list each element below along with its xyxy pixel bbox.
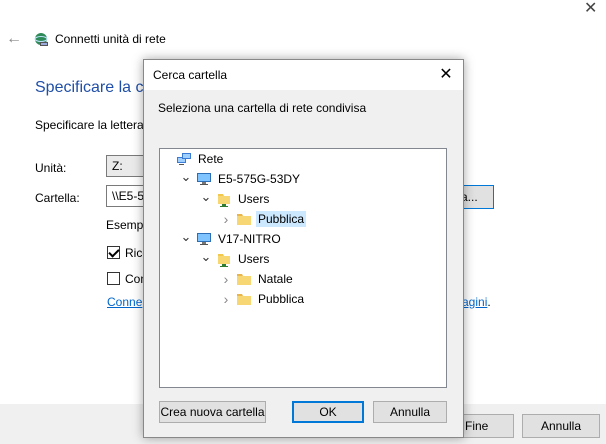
link-right-group: agini.: [462, 295, 491, 309]
tree-node-label: Pubblica: [258, 292, 305, 306]
wizard-instruction: Specificare la lettera: [35, 118, 144, 132]
page-heading: Specificare la ca: [35, 79, 153, 96]
credentials-checkbox-row[interactable]: Con: [107, 271, 147, 286]
collapsed-chevron-icon[interactable]: ›: [220, 271, 232, 287]
credentials-checkbox[interactable]: [107, 272, 120, 286]
tree-node[interactable]: ⌄ Users: [200, 189, 271, 208]
map-network-drive-wizard: ✕ ← Connetti unità di rete Specificare l…: [0, 0, 606, 444]
dialog-titlebar: Cerca cartella ✕: [144, 60, 463, 90]
tree-node-label: Rete: [198, 152, 224, 166]
folder-label: Cartella:: [35, 191, 80, 205]
expanded-chevron-icon[interactable]: ⌄: [180, 169, 192, 184]
drive-label: Unità:: [35, 161, 67, 175]
tree-node[interactable]: ⌄ E5-575G-53DY: [180, 169, 302, 188]
link-right-suffix: .: [487, 295, 491, 309]
collapsed-chevron-icon[interactable]: ›: [220, 211, 232, 227]
tree-node-label: Users: [238, 192, 270, 206]
tree-node-label: E5-575G-53DY: [218, 172, 301, 186]
tree-node-label: Natale: [258, 272, 293, 286]
wizard-cancel-button[interactable]: Annulla: [522, 414, 600, 438]
new-folder-button[interactable]: Crea nuova cartella: [159, 401, 266, 423]
dialog-cancel-button[interactable]: Annulla: [373, 401, 447, 423]
folder-icon: [236, 211, 252, 227]
tree-node[interactable]: ⌄ Users: [200, 249, 271, 268]
computer-icon: [196, 171, 212, 187]
network-icon: [176, 151, 192, 167]
window-close-icon[interactable]: ✕: [584, 0, 597, 18]
expanded-chevron-icon[interactable]: ⌄: [180, 229, 192, 244]
tree-node[interactable]: ⌄ V17-NITRO: [180, 229, 283, 248]
tree-node[interactable]: › Pubblica: [220, 210, 307, 228]
folder-tree[interactable]: Rete ⌄ E5-575G-53DY ⌄ Users › Pubblica ⌄ V17-NIT…: [159, 148, 447, 388]
ok-button[interactable]: OK: [292, 401, 364, 423]
example-text: Esempi: [106, 218, 147, 232]
network-drive-icon: [33, 31, 49, 47]
folder-icon: [236, 291, 252, 307]
tree-node-label: Pubblica: [256, 211, 307, 227]
tree-node-label: V17-NITRO: [218, 232, 281, 246]
tree-node-label: Users: [238, 252, 270, 266]
shared-folder-icon: [216, 251, 232, 267]
images-link[interactable]: agini: [462, 295, 487, 309]
wizard-title: Connetti unità di rete: [55, 32, 166, 46]
expanded-chevron-icon[interactable]: ⌄: [200, 189, 212, 204]
folder-icon: [236, 271, 252, 287]
browse-folder-dialog: Cerca cartella ✕ Seleziona una cartella …: [143, 59, 464, 438]
expanded-chevron-icon[interactable]: ⌄: [200, 249, 212, 264]
computer-icon: [196, 231, 212, 247]
drive-letter-select[interactable]: Z:: [106, 155, 146, 177]
dialog-instruction: Seleziona una cartella di rete condivisa: [158, 101, 367, 115]
dialog-close-icon[interactable]: ✕: [434, 63, 458, 87]
no-expander: [160, 153, 172, 165]
folder-path-input[interactable]: \\E5-5: [106, 185, 146, 207]
collapsed-chevron-icon[interactable]: ›: [220, 291, 232, 307]
tree-node[interactable]: › Natale: [220, 270, 295, 288]
back-arrow-icon[interactable]: ←: [6, 30, 22, 48]
shared-folder-icon: [216, 191, 232, 207]
tree-node[interactable]: › Pubblica: [220, 290, 306, 308]
dialog-title: Cerca cartella: [153, 68, 228, 82]
reconnect-checkbox[interactable]: [107, 246, 120, 260]
tree-node[interactable]: Rete: [160, 150, 225, 168]
connect-website-link[interactable]: Conne: [107, 295, 142, 309]
